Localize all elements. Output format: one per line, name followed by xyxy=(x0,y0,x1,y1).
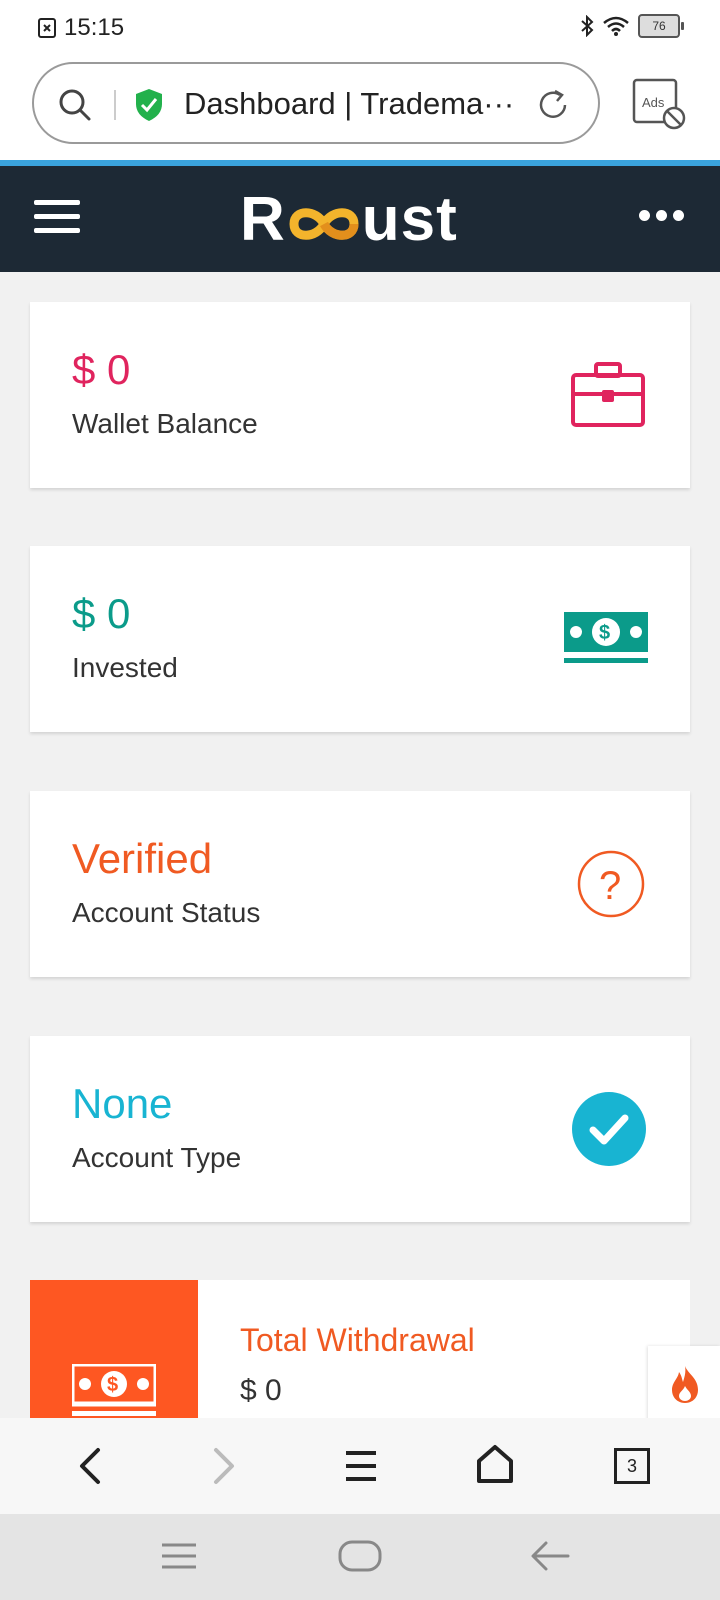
forward-icon[interactable] xyxy=(208,1446,238,1486)
browser-bottom-nav: 3 xyxy=(0,1418,720,1514)
site-logo[interactable]: R ust xyxy=(240,184,458,254)
system-back-icon[interactable] xyxy=(530,1540,570,1572)
wallet-balance-card[interactable]: $ 0 Wallet Balance xyxy=(30,302,690,488)
ad-block-icon[interactable]: Ads xyxy=(632,78,688,132)
account-type-card[interactable]: None Account Type xyxy=(30,1036,690,1222)
url-text[interactable]: Dashboard | Tradema··· xyxy=(184,86,514,122)
menu-line xyxy=(34,214,80,219)
bluetooth-icon xyxy=(581,15,594,37)
wallet-balance-label: Wallet Balance xyxy=(72,408,258,439)
svg-text:Ads: Ads xyxy=(642,95,665,110)
money-icon: $ xyxy=(564,612,648,663)
status-bar: 15:15 76 xyxy=(0,0,720,56)
recent-apps-icon[interactable] xyxy=(160,1542,198,1570)
system-nav-bar xyxy=(0,1514,720,1600)
reload-icon[interactable] xyxy=(534,86,572,124)
account-status-card[interactable]: Verified Account Status ? xyxy=(30,791,690,977)
check-circle-icon xyxy=(572,1092,646,1166)
tabs-button[interactable]: 3 xyxy=(614,1448,650,1484)
question-circle-icon: ? xyxy=(577,850,645,918)
menu-line xyxy=(34,200,80,205)
address-separator xyxy=(114,90,116,120)
infinity-logo-icon xyxy=(289,207,359,240)
total-withdrawal-label: Total Withdrawal xyxy=(240,1322,475,1358)
menu-line xyxy=(34,228,80,233)
menu-icon[interactable] xyxy=(344,1450,378,1482)
file-error-icon xyxy=(38,18,56,38)
status-left: 15:15 xyxy=(38,14,124,42)
total-withdrawal-value: $ 0 xyxy=(240,1374,282,1407)
briefcase-icon xyxy=(571,362,645,427)
logo-letter-r: R xyxy=(240,185,286,254)
total-withdrawal-card[interactable]: $ Total Withdrawal $ 0 xyxy=(30,1280,690,1420)
wallet-balance-value: $ 0 xyxy=(72,346,131,393)
svg-text:$: $ xyxy=(107,1374,118,1396)
home-button-icon[interactable] xyxy=(338,1540,382,1572)
battery-indicator: 76 xyxy=(638,14,684,38)
logo-text-rest: ust xyxy=(361,185,458,254)
dot xyxy=(673,210,684,221)
svg-text:?: ? xyxy=(599,864,621,908)
account-status-label: Account Status xyxy=(72,897,261,928)
address-bar[interactable]: Dashboard | Tradema··· xyxy=(32,62,600,144)
ad-block-button[interactable]: Ads xyxy=(632,78,688,137)
dot xyxy=(639,210,650,221)
money-icon: $ xyxy=(72,1364,156,1416)
account-type-value: None xyxy=(72,1080,173,1127)
browser-toolbar: Dashboard | Tradema··· Ads xyxy=(0,56,720,160)
site-header: R ust xyxy=(0,166,720,272)
invested-value: $ 0 xyxy=(72,590,131,637)
status-right: 76 xyxy=(580,14,684,38)
home-icon[interactable] xyxy=(476,1444,514,1484)
search-icon[interactable] xyxy=(58,88,92,122)
status-time: 15:15 xyxy=(64,14,125,41)
account-status-value: Verified xyxy=(72,835,213,882)
more-options-button[interactable] xyxy=(639,210,684,221)
invested-card[interactable]: $ 0 Invested $ xyxy=(30,546,690,732)
withdrawal-icon-box: $ xyxy=(30,1280,198,1420)
secure-shield-icon[interactable] xyxy=(134,88,164,122)
fire-button[interactable] xyxy=(648,1346,720,1422)
fire-icon xyxy=(672,1366,698,1403)
wifi-icon xyxy=(603,16,629,36)
dot xyxy=(656,210,667,221)
menu-button[interactable] xyxy=(34,200,80,242)
invested-label: Invested xyxy=(72,652,178,683)
account-type-label: Account Type xyxy=(72,1142,242,1173)
svg-text:$: $ xyxy=(599,622,610,644)
back-icon[interactable] xyxy=(76,1446,106,1486)
